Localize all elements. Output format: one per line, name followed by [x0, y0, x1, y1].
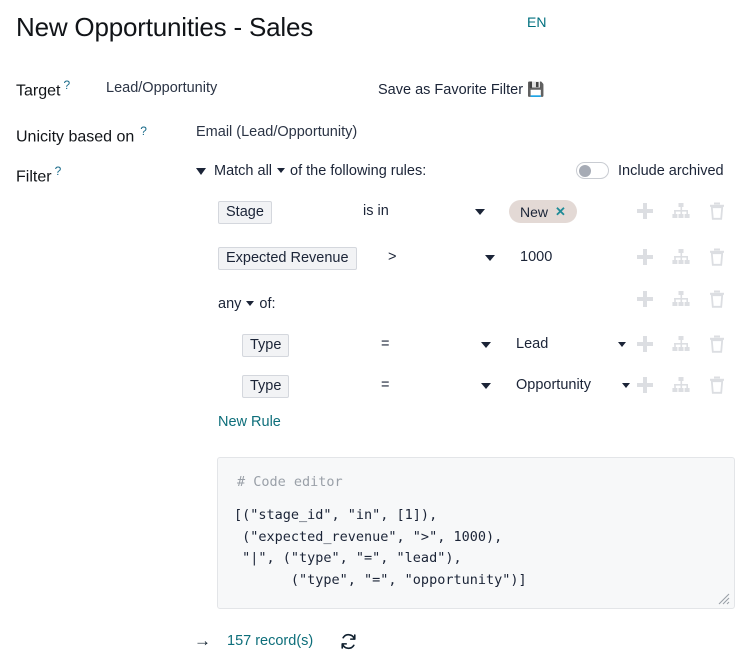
table-row: Expected Revenue [218, 245, 357, 271]
row-actions [634, 200, 728, 222]
include-archived-label: Include archived [618, 163, 724, 179]
rule-value[interactable]: Lead [516, 336, 548, 352]
include-archived-row: Include archived [576, 162, 724, 179]
group-mode-caret-icon[interactable] [246, 301, 254, 306]
rule-operator[interactable]: > [388, 249, 396, 265]
rule-field-chip[interactable]: Type [242, 375, 289, 398]
trash-icon[interactable] [706, 200, 728, 222]
unicity-value[interactable]: Email (Lead/Opportunity) [196, 124, 357, 140]
plus-icon[interactable] [634, 200, 656, 222]
code-editor[interactable]: # Code editor [("stage_id", "in", [1]), … [217, 457, 735, 609]
rule-value[interactable]: Opportunity [516, 377, 591, 393]
match-suffix-text: of the following rules: [290, 163, 426, 179]
target-help-icon[interactable]: ? [63, 78, 70, 92]
group-mode-dropdown[interactable]: any [218, 296, 241, 312]
rule-value-caret-icon[interactable] [618, 342, 626, 347]
status-badge: New ✕ [509, 200, 577, 223]
rule-operator-caret-icon[interactable] [485, 255, 495, 261]
match-mode-caret-icon[interactable] [277, 168, 285, 173]
code-editor-content[interactable]: [("stage_id", "in", [1]), ("expected_rev… [234, 505, 527, 591]
trash-icon[interactable] [706, 333, 728, 355]
floppy-disk-icon: 💾 [527, 81, 544, 97]
sitemap-icon[interactable] [670, 288, 692, 310]
group-suffix-text: of: [259, 296, 275, 312]
plus-icon[interactable] [634, 288, 656, 310]
rule-operator[interactable]: = [381, 377, 389, 393]
filter-help-icon[interactable]: ? [55, 164, 62, 178]
rule-operator-caret-icon[interactable] [481, 383, 491, 389]
sitemap-icon[interactable] [670, 246, 692, 268]
save-favorite-filter-button[interactable]: Save as Favorite Filter💾 [378, 81, 545, 98]
rule-field-chip[interactable]: Type [242, 334, 289, 357]
record-count-link[interactable]: 157 record(s) [227, 633, 313, 649]
row-actions [634, 374, 728, 396]
row-actions [634, 333, 728, 355]
target-label: Target? [16, 78, 70, 100]
tag-label: New [520, 204, 548, 220]
table-row: Type [242, 373, 289, 399]
filter-builder-page: New Opportunities - Sales EN Target? Lea… [0, 0, 750, 669]
row-actions [634, 288, 728, 310]
sitemap-icon[interactable] [670, 333, 692, 355]
target-value[interactable]: Lead/Opportunity [106, 80, 217, 96]
unicity-label: Unicity based on? [16, 124, 147, 146]
rule-value-caret-icon[interactable] [622, 383, 630, 388]
rule-operator-caret-icon[interactable] [475, 209, 485, 215]
unicity-help-icon[interactable]: ? [140, 124, 147, 138]
unicity-label-text: Unicity based on [16, 128, 134, 145]
new-rule-link[interactable]: New Rule [218, 414, 281, 430]
code-editor-comment: # Code editor [237, 474, 343, 490]
trash-icon[interactable] [706, 246, 728, 268]
match-all-row: Match all of the following rules: [196, 163, 426, 179]
filter-label: Filter? [16, 164, 61, 186]
rule-value[interactable]: 1000 [520, 249, 552, 265]
table-row: Type [242, 332, 289, 358]
collapse-triangle-icon[interactable] [196, 168, 206, 175]
plus-icon[interactable] [634, 333, 656, 355]
remove-tag-icon[interactable]: ✕ [555, 205, 566, 218]
include-archived-toggle[interactable] [576, 162, 609, 179]
refresh-icon[interactable] [339, 632, 358, 651]
rule-field-chip[interactable]: Expected Revenue [218, 247, 357, 270]
plus-icon[interactable] [634, 374, 656, 396]
plus-icon[interactable] [634, 246, 656, 268]
rule-operator-caret-icon[interactable] [481, 342, 491, 348]
trash-icon[interactable] [706, 288, 728, 310]
row-actions [634, 246, 728, 268]
language-selector[interactable]: EN [527, 14, 546, 30]
table-row: Stage [218, 199, 272, 225]
rule-field-chip[interactable]: Stage [218, 201, 272, 224]
target-label-text: Target [16, 82, 60, 99]
sitemap-icon[interactable] [670, 374, 692, 396]
record-count-row: → 157 record(s) [194, 631, 358, 651]
filter-label-text: Filter [16, 168, 52, 185]
toggle-knob [579, 165, 591, 177]
arrow-right-icon: → [194, 631, 211, 651]
page-title: New Opportunities - Sales [16, 12, 313, 43]
resize-grip-icon[interactable] [716, 591, 730, 605]
rule-operator[interactable]: = [381, 336, 389, 352]
save-favorite-filter-label: Save as Favorite Filter [378, 82, 523, 98]
rule-group-row: any of: [218, 291, 276, 317]
trash-icon[interactable] [706, 374, 728, 396]
match-mode-dropdown[interactable]: Match all [214, 163, 272, 179]
rule-operator[interactable]: is in [363, 203, 389, 219]
sitemap-icon[interactable] [670, 200, 692, 222]
